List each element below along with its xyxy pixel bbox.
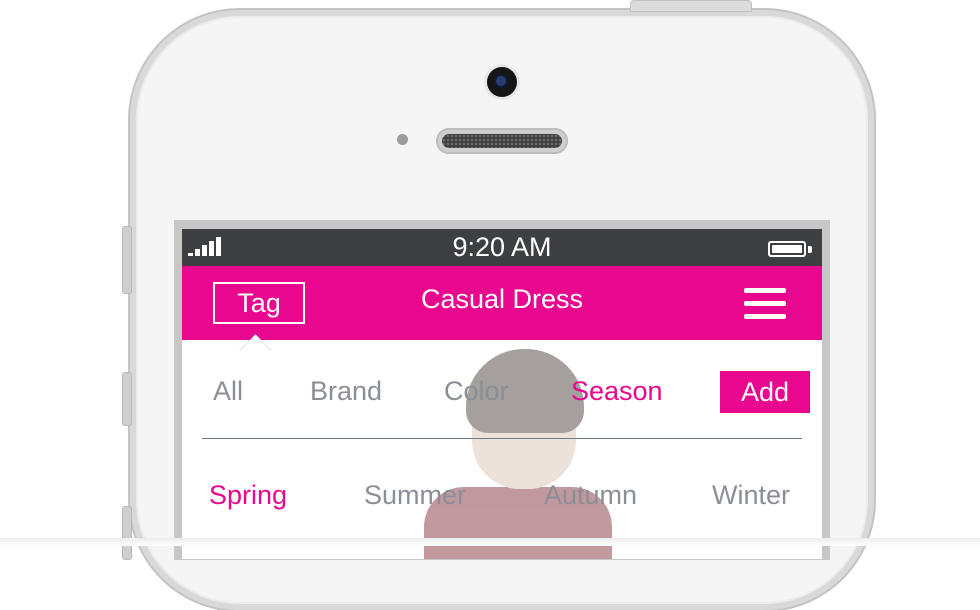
season-winter[interactable]: Winter <box>712 471 790 519</box>
tab-all[interactable]: All <box>213 367 243 415</box>
volume-up-button <box>122 372 132 426</box>
volume-down-button <box>122 506 132 560</box>
page-title: Casual Dress <box>420 284 584 314</box>
add-button[interactable]: Add <box>720 371 810 413</box>
earpiece-speaker <box>436 128 568 154</box>
sensor-dot <box>397 134 408 145</box>
status-bar: 9:20 AM <box>182 229 822 266</box>
battery-icon <box>768 241 806 257</box>
battery-tip <box>808 246 812 253</box>
tab-brand[interactable]: Brand <box>310 367 382 415</box>
divider <box>202 438 802 439</box>
season-options: Spring Summer Autumn Winter <box>182 471 822 519</box>
season-autumn[interactable]: Autumn <box>544 471 637 519</box>
table-shadow <box>0 538 980 546</box>
front-camera <box>487 67 517 97</box>
power-button <box>630 0 752 12</box>
season-spring[interactable]: Spring <box>209 471 287 519</box>
filter-tabs: All Brand Color Season Add <box>182 367 822 415</box>
menu-icon[interactable] <box>744 288 786 320</box>
nav-bar: Tag Casual Dress <box>182 266 822 340</box>
tab-color[interactable]: Color <box>444 367 509 415</box>
tab-season[interactable]: Season <box>571 367 663 415</box>
season-summer[interactable]: Summer <box>364 471 466 519</box>
status-time: 9:20 AM <box>452 232 552 262</box>
app-screen: 9:20 AM Tag Casual Dress All Brand Color… <box>182 229 822 559</box>
mute-switch <box>122 226 132 294</box>
